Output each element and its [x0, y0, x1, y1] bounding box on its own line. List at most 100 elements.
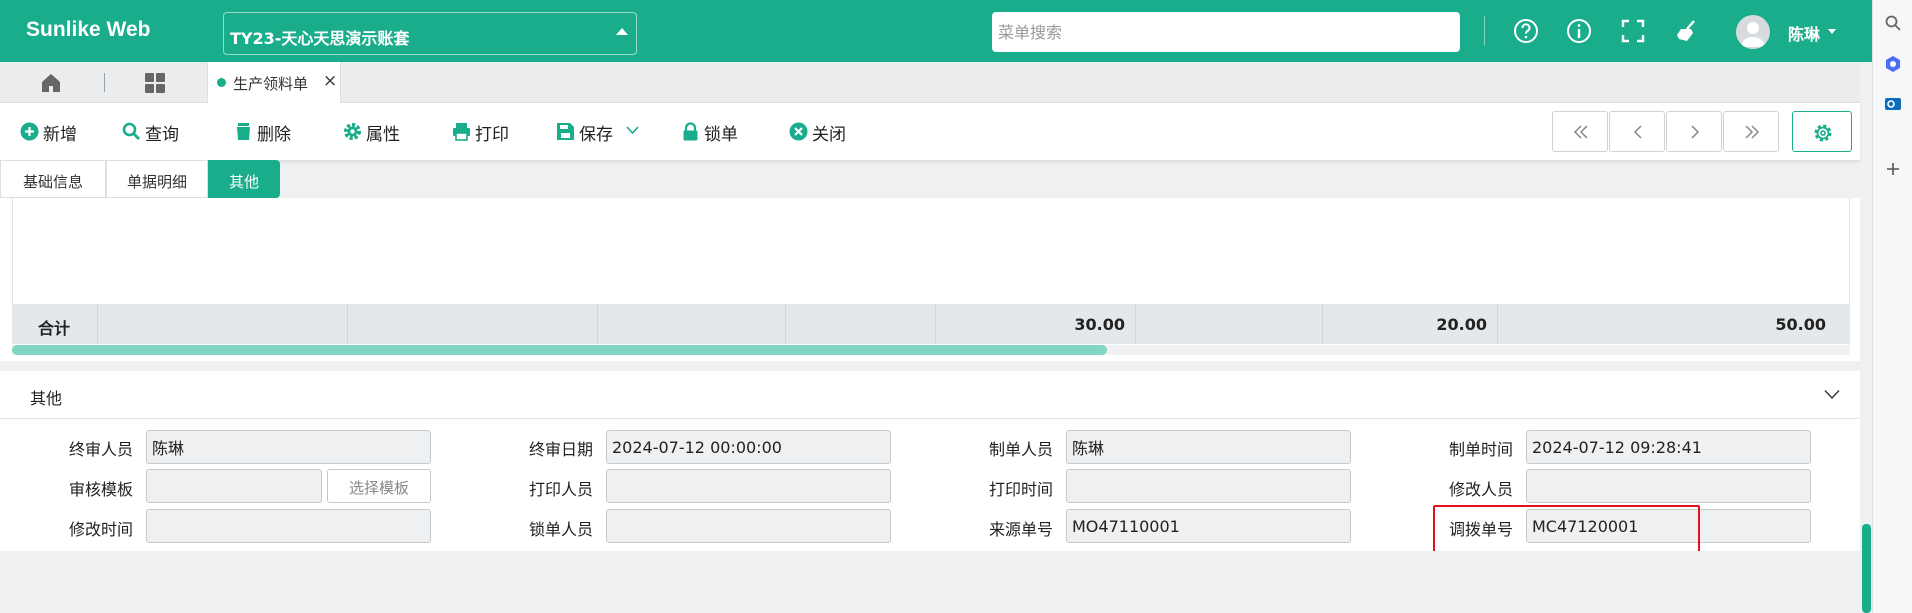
grid-cell-total-2: 20.00: [1323, 304, 1498, 344]
user-name[interactable]: 陈琳: [1788, 21, 1820, 45]
menu-search-input[interactable]: [992, 12, 1460, 52]
lock-icon: [683, 122, 698, 141]
app-grid-icon[interactable]: [144, 72, 166, 94]
search-icon[interactable]: [1884, 14, 1902, 32]
caret-down-icon: [1828, 29, 1836, 34]
source-no-label: 来源单号: [988, 520, 1053, 539]
delete-button[interactable]: 删除: [234, 119, 298, 145]
other-section-header[interactable]: 其他: [0, 371, 1860, 419]
save-button[interactable]: 保存: [556, 119, 646, 145]
save-icon: [557, 123, 574, 140]
grid-cell: [348, 304, 598, 344]
creator-field[interactable]: [1066, 430, 1351, 464]
total-value: 30.00: [1074, 315, 1125, 334]
final-review-date-field[interactable]: [606, 430, 891, 464]
clear-cache-icon[interactable]: [1673, 17, 1701, 45]
query-button[interactable]: 查询: [122, 119, 186, 145]
print-button[interactable]: 打印: [452, 119, 516, 145]
fullscreen-icon[interactable]: [1619, 17, 1647, 45]
lock-button-label: 锁单: [704, 125, 738, 145]
total-value: 20.00: [1436, 315, 1487, 334]
review-template-field[interactable]: [146, 469, 322, 503]
creator-label: 制单人员: [988, 440, 1053, 459]
source-no-field[interactable]: [1066, 509, 1351, 543]
add-icon[interactable]: [1884, 160, 1902, 178]
new-button[interactable]: 新增: [20, 119, 84, 145]
close-button[interactable]: 关闭: [789, 119, 853, 145]
print-time-label: 打印时间: [988, 480, 1053, 499]
tab-document-detail[interactable]: 单据明细: [106, 160, 208, 198]
tab-other[interactable]: 其他: [208, 160, 280, 198]
tab-basic-info[interactable]: 基础信息: [0, 160, 106, 198]
tab-production-material-requisition[interactable]: 生产领料单 ×: [207, 62, 341, 103]
final-reviewer-field[interactable]: [146, 430, 431, 464]
previous-record-button[interactable]: [1609, 111, 1665, 152]
chevron-left-icon: [1633, 125, 1642, 139]
modifier-label: 修改人员: [1448, 480, 1513, 499]
outlook-icon[interactable]: [1884, 95, 1902, 113]
query-button-label: 查询: [145, 125, 179, 145]
print-time-field[interactable]: [1066, 469, 1351, 503]
account-set-label: TY23-天心天思演示账套: [230, 29, 410, 48]
modify-time-label: 修改时间: [68, 520, 133, 539]
grid-body: [12, 198, 1850, 304]
page-background: [0, 551, 1860, 613]
scrollbar-thumb[interactable]: [1862, 524, 1871, 613]
top-bar: Sunlike Web TY23-天心天思演示账套 陈琳: [0, 0, 1872, 62]
horizontal-scrollbar[interactable]: [12, 345, 1850, 355]
avatar-icon: [1741, 22, 1765, 47]
lock-button[interactable]: 锁单: [681, 119, 745, 145]
caret-up-icon: [616, 28, 628, 35]
printer-field[interactable]: [606, 469, 891, 503]
scrollbar-thumb[interactable]: [12, 345, 1107, 355]
grid-cell: [786, 304, 936, 344]
new-button-label: 新增: [43, 125, 77, 145]
final-review-date-label: 终审日期: [528, 440, 593, 459]
tab-strip: 生产领料单 ×: [0, 62, 1860, 103]
create-time-field[interactable]: [1526, 430, 1811, 464]
grid-cell: [598, 304, 786, 344]
plus-circle-icon: [20, 122, 39, 141]
section-title: 其他: [30, 389, 63, 408]
grid-cell-total-3: 50.00: [1498, 304, 1836, 344]
divider: [104, 73, 105, 92]
total-label: 合计: [38, 319, 71, 338]
info-icon[interactable]: [1565, 17, 1593, 45]
detail-grid-panel: 合计 30.00 20.00 50.00: [0, 198, 1860, 361]
trash-icon: [237, 123, 250, 140]
avatar[interactable]: [1736, 15, 1770, 49]
grid-cell: [98, 304, 348, 344]
modifier-field[interactable]: [1526, 469, 1811, 503]
chevron-down-icon[interactable]: [626, 126, 639, 135]
browser-side-panel: [1872, 0, 1912, 613]
chevron-down-icon[interactable]: [1824, 389, 1840, 400]
double-chevron-left-icon: [1573, 125, 1588, 139]
gear-icon: [1814, 124, 1832, 142]
vertical-scrollbar[interactable]: [1860, 62, 1872, 613]
gear-icon: [344, 123, 361, 140]
toolbar: 新增 查询 删除 属性 打印 保存 锁单 关闭: [0, 103, 1860, 160]
help-icon[interactable]: [1512, 17, 1540, 45]
next-record-button[interactable]: [1666, 111, 1722, 152]
printer-icon: [453, 123, 470, 141]
property-button[interactable]: 属性: [343, 119, 407, 145]
print-button-label: 打印: [475, 125, 509, 145]
settings-button[interactable]: [1792, 111, 1852, 152]
first-record-button[interactable]: [1552, 111, 1608, 152]
double-chevron-right-icon: [1745, 125, 1760, 139]
select-template-button[interactable]: 选择模板: [327, 469, 431, 503]
last-record-button[interactable]: [1723, 111, 1779, 152]
copilot-icon[interactable]: [1884, 55, 1902, 73]
modify-time-field[interactable]: [146, 509, 431, 543]
grid-total-row: 合计 30.00 20.00 50.00: [12, 304, 1850, 344]
locker-field[interactable]: [606, 509, 891, 543]
divider: [1484, 16, 1485, 46]
save-button-label: 保存: [579, 125, 613, 145]
close-icon[interactable]: ×: [323, 71, 337, 91]
active-dot-icon: [217, 78, 226, 87]
account-set-select[interactable]: TY23-天心天思演示账套: [223, 12, 637, 55]
tab-label: 生产领料单: [233, 75, 309, 93]
home-icon[interactable]: [40, 72, 62, 94]
total-value: 50.00: [1775, 315, 1826, 334]
final-reviewer-label: 终审人员: [68, 440, 133, 459]
